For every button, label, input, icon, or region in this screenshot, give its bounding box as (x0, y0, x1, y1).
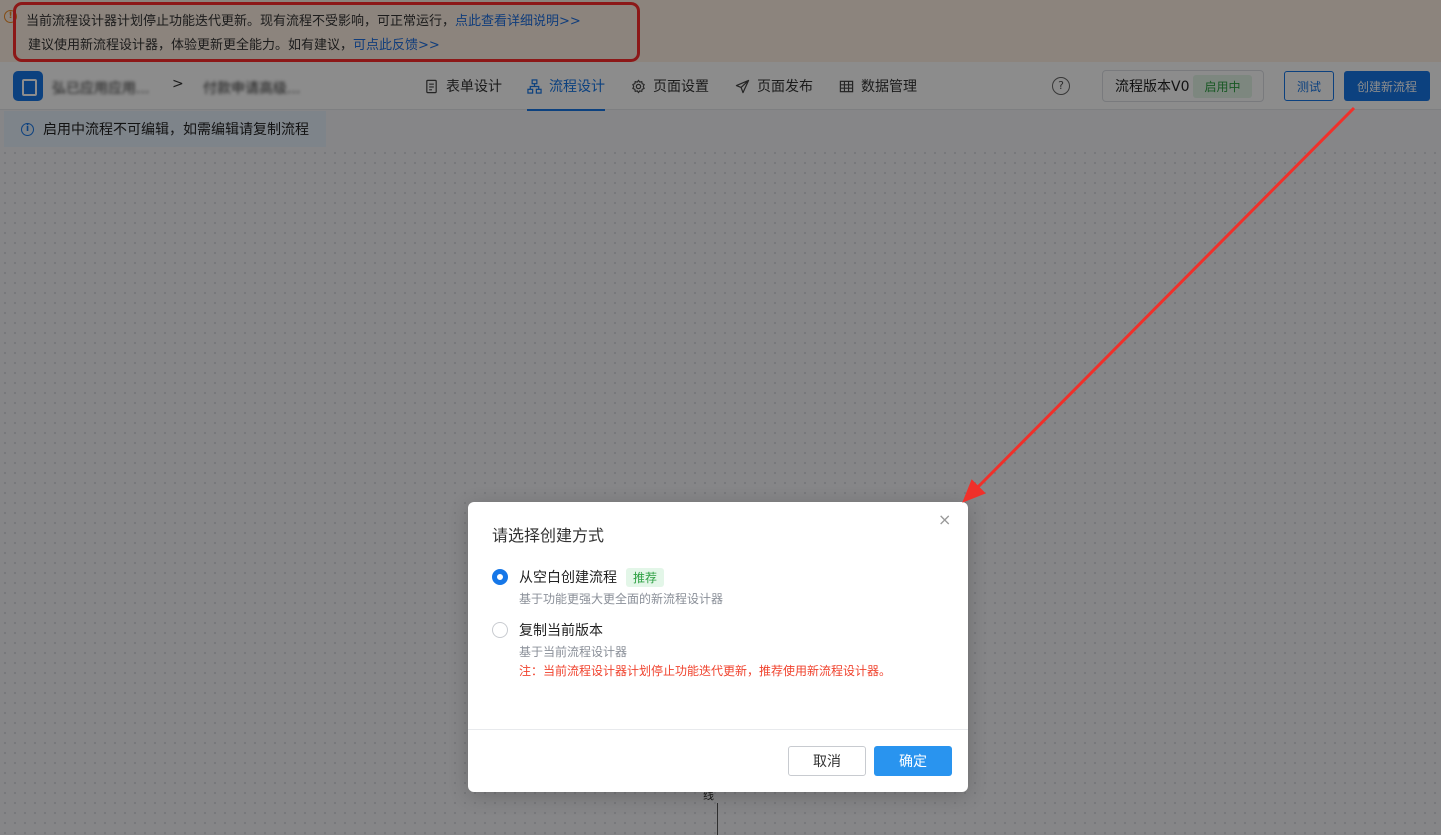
option-description: 基于当前流程设计器 (519, 645, 628, 659)
option-description: 基于功能更强大更全面的新流程设计器 (519, 592, 724, 606)
option-label[interactable]: 复制当前版本 (519, 620, 603, 640)
option-warning-note: 注：当前流程设计器计划停止功能迭代更新，推荐使用新流程设计器。 (519, 664, 892, 678)
close-icon[interactable]: × (938, 510, 951, 529)
dialog-title: 请选择创建方式 (492, 526, 605, 545)
radio-create-blank[interactable] (492, 569, 508, 585)
option-label[interactable]: 从空白创建流程 (519, 567, 617, 587)
recommended-tag: 推荐 (626, 568, 665, 587)
create-method-dialog: 请选择创建方式 × 从空白创建流程 推荐 基于功能更强大更全面的新流程设计器 复… (468, 502, 968, 792)
cancel-button[interactable]: 取消 (788, 746, 866, 776)
radio-copy-version[interactable] (492, 622, 508, 638)
confirm-button[interactable]: 确定 (874, 746, 952, 776)
dialog-divider (468, 729, 968, 730)
